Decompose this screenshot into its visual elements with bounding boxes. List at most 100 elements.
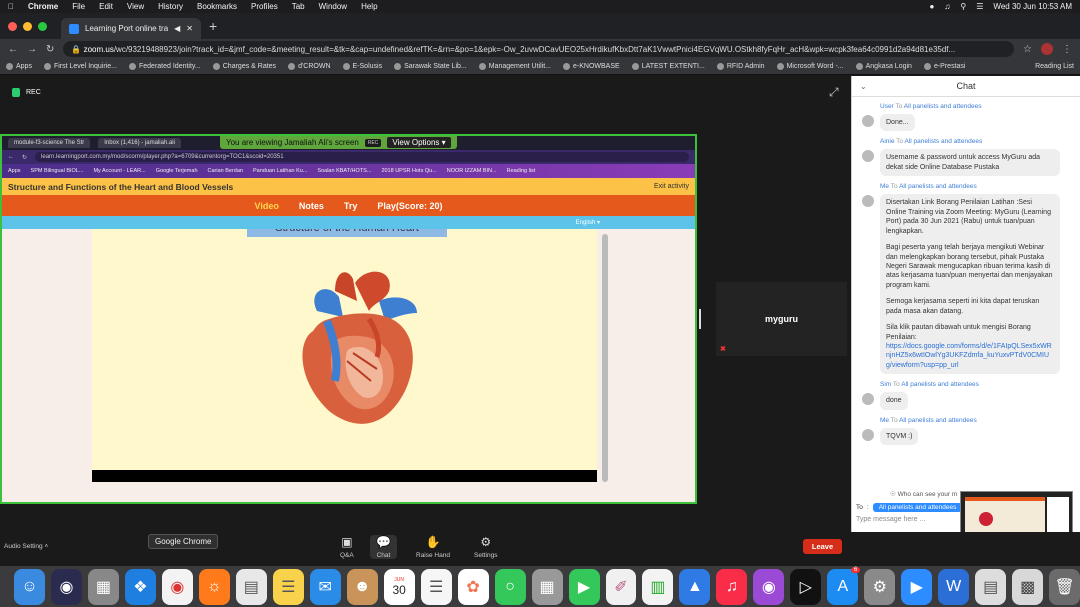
bookmark-item[interactable]: LATEST EXTENTI... [631,63,705,70]
reload-icon[interactable]: ↻ [46,44,54,55]
chat-message-input[interactable]: Type message here ... [853,514,961,532]
firefox-icon[interactable]: ☼ [198,568,230,605]
chevron-down-icon[interactable]: ⌄ [860,82,867,91]
bookmark-item[interactable]: e-Prestasi [923,63,965,70]
launchpad-icon[interactable]: ▦ [87,568,119,605]
tv-icon[interactable]: ▷ [790,568,822,605]
leave-button[interactable]: Leave [803,539,842,554]
apple-icon[interactable]:  [8,2,14,11]
bookmark-item[interactable]: Microsoft Word -... [776,63,844,70]
bookmark-item[interactable]: Apps [6,63,32,70]
forward-icon[interactable]: → [27,44,37,55]
more-menu-icon[interactable]: ⋮ [1062,44,1072,55]
bookmark-item[interactable]: e-KNOWBASE [563,63,620,70]
music-icon[interactable]: ♫ [716,568,748,605]
bookmark-item[interactable]: E-Solusis [342,63,382,70]
lesson-scrollbar[interactable] [602,234,608,482]
audio-setting-button[interactable]: Audio Setting ˄ [4,543,48,550]
audio-icon[interactable]: ◀ [174,24,180,33]
safari-icon[interactable]: ❖ [124,568,156,605]
contacts-icon[interactable]: ☻ [346,568,378,605]
calculator-icon[interactable]: ▦ [531,568,563,605]
facetime-icon[interactable]: ▶ [568,568,600,605]
menu-chrome[interactable]: Chrome [28,2,58,11]
settings-button[interactable]: ⚙ Settings [474,535,498,559]
volume-icon[interactable]: ♫ [944,2,950,11]
chat-button[interactable]: 💬 Chat [370,535,397,559]
menu-history[interactable]: History [158,2,183,11]
fullscreen-icon[interactable]: ⤢ [829,85,839,100]
menu-view[interactable]: View [127,2,144,11]
menu-bookmarks[interactable]: Bookmarks [197,2,237,11]
app-store-icon[interactable]: A6 [827,566,861,605]
qa-button[interactable]: ▣ Q&A [340,535,354,559]
bookmark-item[interactable]: RFID Admin [716,63,765,70]
search-icon[interactable]: ⚲ [960,2,966,11]
menu-file[interactable]: File [72,2,85,11]
new-tab-button[interactable]: + [209,18,217,34]
menu-window[interactable]: Window [319,2,347,11]
tab-close-icon[interactable]: ✕ [186,24,193,33]
view-options-button[interactable]: View Options ▾ [387,137,451,148]
exit-activity-link[interactable]: Exit activity [654,183,689,190]
system-preferences-icon[interactable]: ⚙ [864,568,896,605]
bookmark-item[interactable]: Federated Identity... [129,63,201,70]
zoom-icon[interactable]: ▶ [901,568,933,605]
notes-icon[interactable]: ☰ [272,568,304,605]
to-label: To [896,138,904,146]
survey-link[interactable]: https://docs.google.com/forms/d/e/1FAIpQ… [886,343,1052,369]
mail-icon[interactable]: ✉ [309,568,341,605]
menu-profiles[interactable]: Profiles [251,2,278,11]
back-icon[interactable]: ← [8,44,18,55]
siri-icon[interactable]: ◉ [50,568,82,605]
minimize-window-button[interactable] [23,21,32,31]
participant-tile[interactable]: myguru ✖ [716,282,847,356]
recent-window-icon[interactable]: ▩ [1012,568,1044,605]
chrome-icon[interactable]: ◉ [161,568,193,605]
bookmark-star-icon[interactable]: ☆ [1023,44,1032,55]
finder-icon[interactable]: ☺ [14,568,45,605]
recipient-dropdown[interactable]: All panelists and attendees [872,503,963,512]
bookmark-item[interactable]: Angkasa Login [855,63,912,70]
nav-video[interactable]: Video [255,201,279,211]
menu-edit[interactable]: Edit [99,2,113,11]
bookmark-item[interactable]: Sarawak State Lib... [394,63,467,70]
photos-icon[interactable]: ✿ [457,568,489,605]
calendar-icon[interactable]: JUN 30 [383,568,415,605]
control-center-icon[interactable]: ☰ [976,2,983,11]
shared-bookmark: SPM Bilingual BIOL... [30,168,84,174]
nav-play[interactable]: Play(Score: 20) [377,201,442,211]
raise-hand-button[interactable]: ✋ Raise Hand [416,535,450,559]
shared-screen[interactable]: module-f3-science The Str Inbox (1,416) … [0,134,697,504]
preview-icon[interactable]: ▤ [975,568,1007,605]
maximize-window-button[interactable] [38,21,47,31]
close-window-button[interactable] [8,21,17,31]
numbers-icon[interactable]: ▥ [642,568,674,605]
menu-help[interactable]: Help [361,2,377,11]
who-can-see-notice[interactable]: ☉ Who can see your m [890,490,957,498]
script-editor-icon[interactable]: ✐ [605,568,637,605]
bookmark-item[interactable]: Charges & Rates [212,63,276,70]
wifi-icon[interactable]: ● [930,2,935,11]
podcasts-icon[interactable]: ◉ [753,568,785,605]
reminders-icon[interactable]: ☰ [420,568,452,605]
bookmark-item[interactable]: First Level Inquirie... [43,63,117,70]
bookmark-item[interactable]: d'CROWN [288,63,331,70]
split-handle[interactable] [699,309,701,329]
language-select[interactable]: English ▾ [576,219,600,226]
bookmark-item[interactable]: Management Utilit... [478,63,551,70]
messages-icon[interactable]: ○ [494,568,526,605]
chat-messages[interactable]: User To All panelists and attendees Done… [852,97,1080,508]
keynote-icon[interactable]: ▲ [679,568,711,605]
document-icon[interactable]: ▤ [235,568,267,605]
menu-tab[interactable]: Tab [292,2,305,11]
nav-notes[interactable]: Notes [299,201,324,211]
word-icon[interactable]: W [938,568,970,605]
menubar-datetime[interactable]: Wed 30 Jun 10:53 AM [993,2,1072,11]
browser-tab[interactable]: Learning Port online traini ◀ ✕ [61,18,201,39]
nav-try[interactable]: Try [344,201,358,211]
trash-icon[interactable]: 🗑 [1049,568,1080,605]
address-bar[interactable]: 🔒 zoom.us /wc/93219488923/join?track_id=… [63,41,1015,57]
profile-avatar[interactable] [1041,43,1053,55]
reading-list[interactable]: Reading List [1035,63,1074,70]
